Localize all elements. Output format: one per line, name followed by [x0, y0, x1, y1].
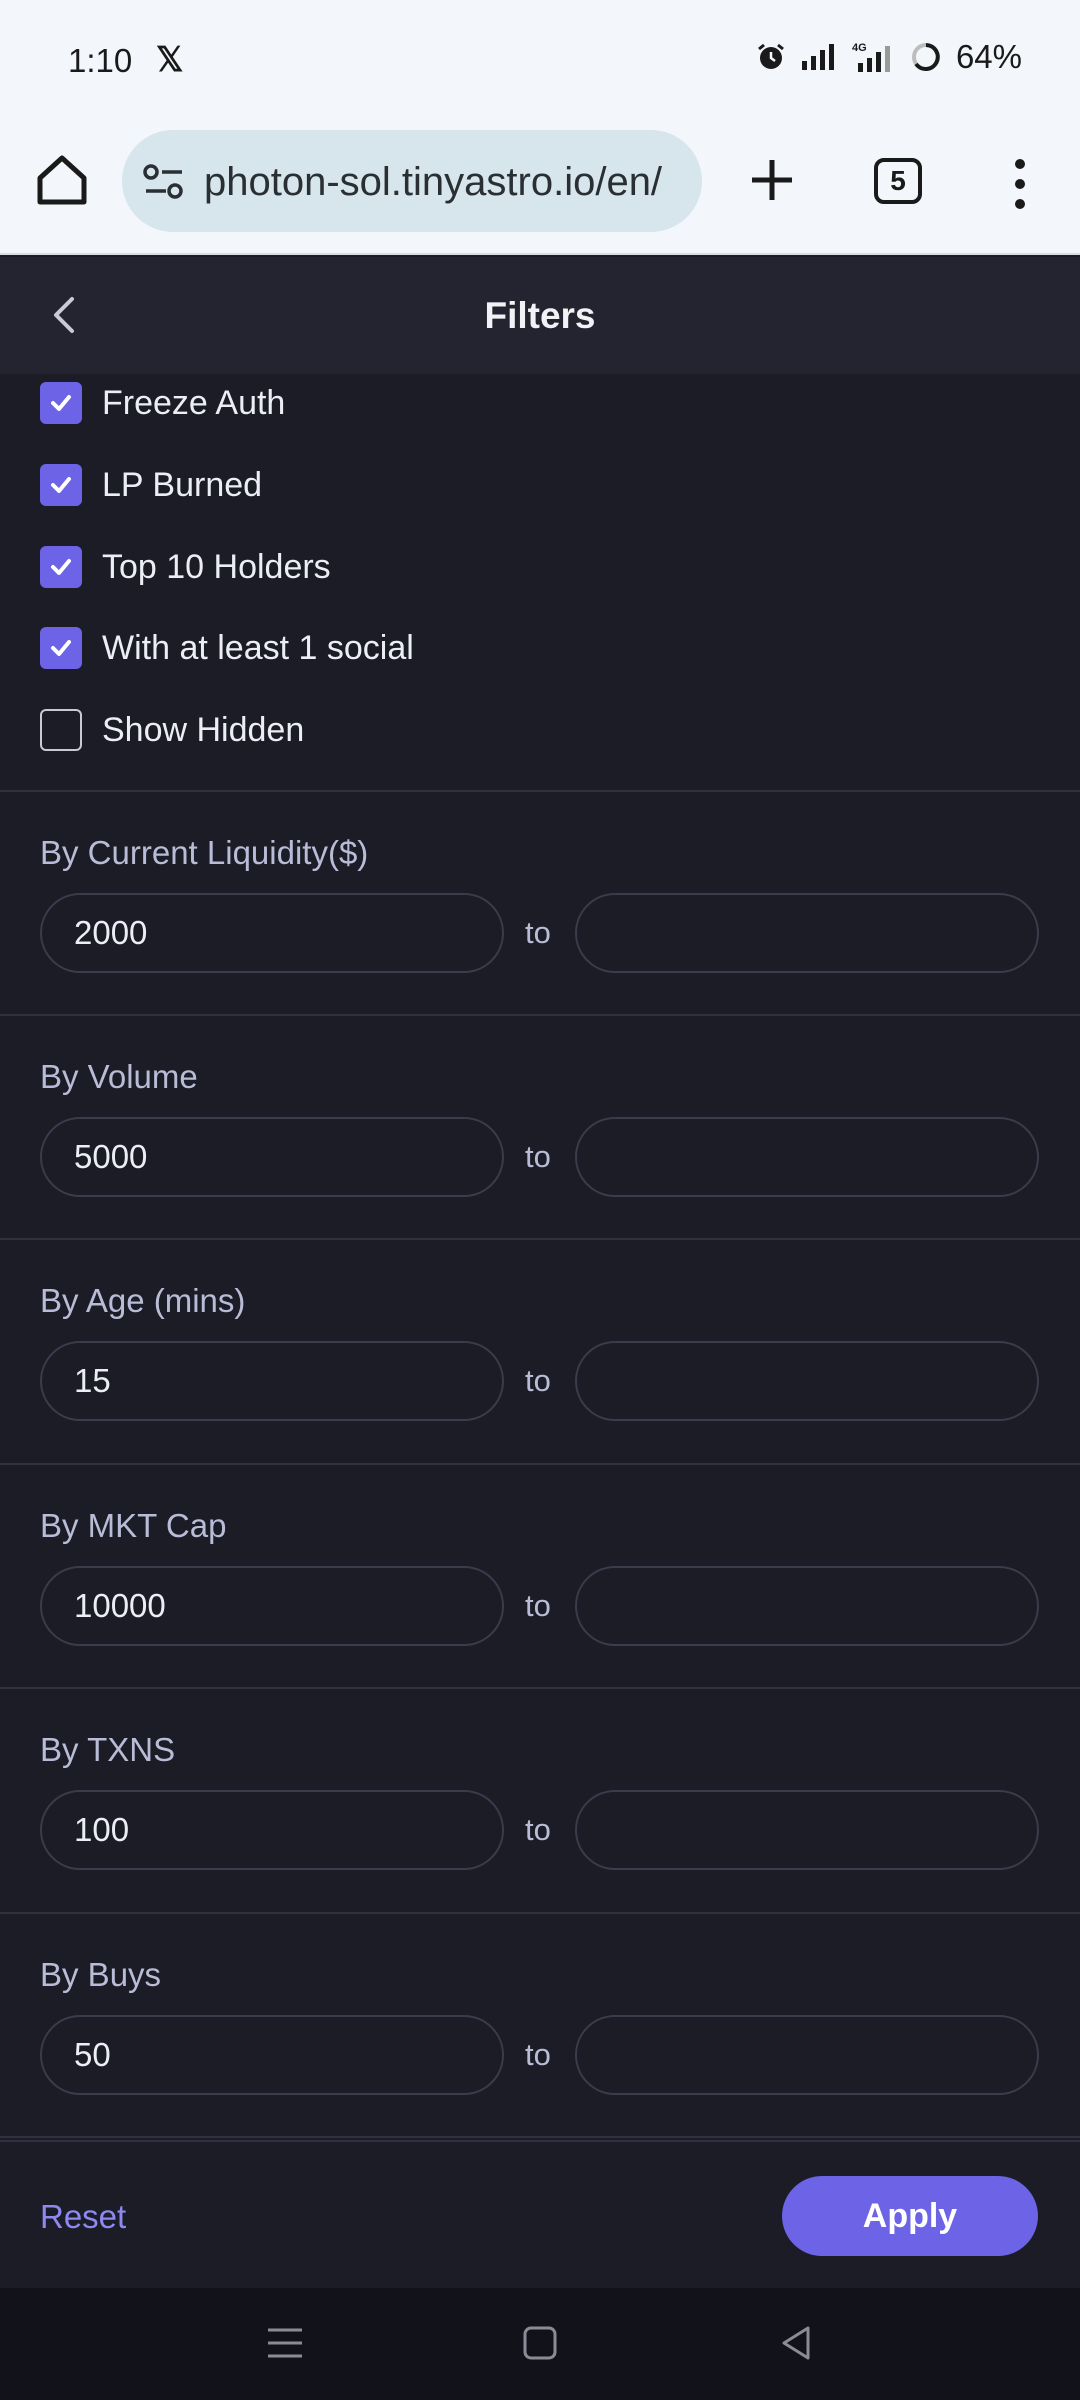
filters-footer: Reset Apply: [0, 2140, 1080, 2288]
checkbox-checked[interactable]: [40, 464, 82, 506]
address-bar[interactable]: photon-sol.tinyastro.io/en/: [122, 130, 702, 232]
txns-min-input[interactable]: 100: [40, 1790, 504, 1870]
checkbox-label: Top 10 Holders: [102, 547, 331, 586]
liquidity-max-input[interactable]: [575, 893, 1039, 973]
volume-min-input[interactable]: 5000: [40, 1117, 504, 1197]
checkbox-with-social[interactable]: With at least 1 social: [40, 618, 414, 678]
check-icon: [51, 640, 71, 656]
system-nav-bar: [0, 2288, 1080, 2400]
buys-min-input[interactable]: 50: [40, 2015, 504, 2095]
to-label: to: [525, 2037, 551, 2072]
to-label: to: [525, 1139, 551, 1174]
checkbox-label: With at least 1 social: [102, 628, 414, 667]
divider: [0, 1912, 1080, 1914]
filters-header: Filters: [0, 257, 1080, 374]
txns-max-input[interactable]: [575, 1790, 1039, 1870]
checkbox-label: Freeze Auth: [102, 383, 286, 422]
checkbox-label: Show Hidden: [102, 710, 305, 749]
section-label-volume: By Volume: [40, 1058, 198, 1095]
apply-button[interactable]: Apply: [782, 2176, 1038, 2256]
divider: [0, 790, 1080, 792]
buys-max-input[interactable]: [575, 2015, 1039, 2095]
age-min-input[interactable]: 15: [40, 1341, 504, 1421]
site-settings-icon[interactable]: [142, 160, 186, 204]
checkbox-checked[interactable]: [40, 546, 82, 588]
checkbox-checked[interactable]: [40, 382, 82, 424]
checkbox-show-hidden[interactable]: Show Hidden: [40, 700, 304, 760]
checkbox-top-10-holders[interactable]: Top 10 Holders: [40, 537, 331, 597]
section-label-mkt-cap: By MKT Cap: [40, 1507, 227, 1544]
section-label-age: By Age (mins): [40, 1282, 246, 1319]
checkbox-freeze-auth[interactable]: Freeze Auth: [40, 373, 285, 433]
volume-max-input[interactable]: [575, 1117, 1039, 1197]
battery-level: 64%: [955, 38, 1022, 75]
url-text: photon-sol.tinyastro.io/en/: [204, 160, 663, 204]
svg-text:4G: 4G: [852, 42, 867, 54]
to-label: to: [525, 1363, 551, 1398]
age-max-input[interactable]: [575, 1341, 1039, 1421]
section-label-txns: By TXNS: [40, 1731, 176, 1768]
plus-icon[interactable]: [744, 152, 800, 208]
alarm-icon: [758, 43, 784, 69]
divider: [0, 1687, 1080, 1689]
checkbox-label: LP Burned: [102, 465, 263, 504]
battery-icon: [911, 43, 940, 71]
status-time: 1:10: [68, 42, 133, 79]
checkbox-checked[interactable]: [40, 627, 82, 669]
home-icon[interactable]: [34, 152, 90, 208]
recent-apps-icon[interactable]: [262, 2320, 308, 2366]
check-icon: [51, 559, 71, 575]
back-nav-icon[interactable]: [774, 2320, 820, 2366]
mkt-cap-min-input[interactable]: 10000: [40, 1566, 504, 1646]
status-indicators: 4G 64%: [756, 38, 1022, 76]
signal-4g-icon: 4G: [852, 42, 890, 72]
reset-button[interactable]: Reset: [40, 2198, 126, 2236]
divider: [0, 1238, 1080, 1240]
to-label: to: [525, 915, 551, 950]
browser-toolbar: photon-sol.tinyastro.io/en/ 5: [0, 124, 1080, 255]
status-bar: 1:10 𝕏 4G 64%: [0, 0, 1080, 124]
x-logo-icon: 𝕏: [156, 41, 184, 79]
to-label: to: [525, 1812, 551, 1847]
divider: [0, 1014, 1080, 1016]
to-label: to: [525, 1588, 551, 1623]
signal-icon: [801, 44, 834, 70]
section-label-liquidity: By Current Liquidity($): [40, 834, 369, 871]
divider: [0, 1463, 1080, 1465]
liquidity-min-input[interactable]: 2000: [40, 893, 504, 973]
check-icon: [51, 395, 71, 411]
section-label-buys: By Buys: [40, 1956, 162, 1993]
divider: [0, 2136, 1080, 2138]
checkbox-lp-burned[interactable]: LP Burned: [40, 455, 262, 515]
check-icon: [51, 477, 71, 493]
page-title: Filters: [484, 295, 596, 336]
home-nav-icon[interactable]: [517, 2320, 563, 2366]
mkt-cap-max-input[interactable]: [575, 1566, 1039, 1646]
checkbox-unchecked[interactable]: [40, 709, 82, 751]
more-vert-icon[interactable]: [1000, 154, 1040, 214]
tab-switcher-button[interactable]: 5: [874, 158, 922, 204]
